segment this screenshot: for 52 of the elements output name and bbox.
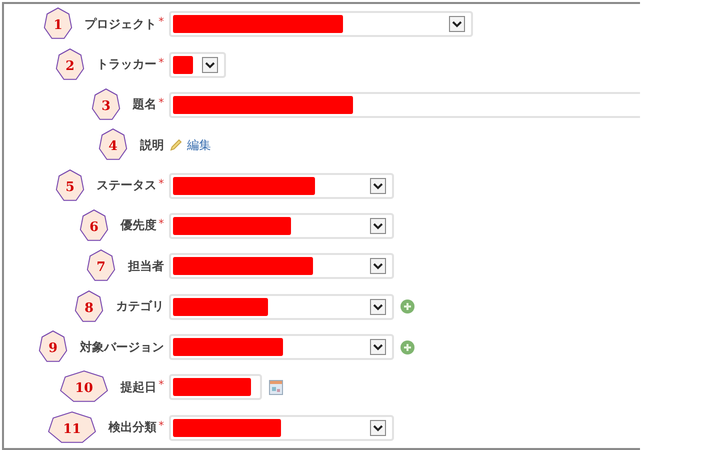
add-icon[interactable] <box>400 299 415 314</box>
field-label: 優先度 <box>120 217 156 234</box>
required-mark: * <box>158 56 164 69</box>
field-label: 対象バージョン <box>80 338 164 356</box>
caret-icon <box>370 339 386 356</box>
dropdown[interactable] <box>169 414 394 441</box>
required-mark: * <box>158 418 164 432</box>
number-badge: 1 <box>42 7 72 42</box>
number-badge: 8 <box>74 290 104 324</box>
caret-icon <box>202 56 218 73</box>
field-label: カテゴリ <box>116 298 164 316</box>
number-badge: 11 <box>46 410 96 445</box>
number-badge: 6 <box>78 208 108 243</box>
number-badge: 2 <box>54 48 84 82</box>
pencil-icon <box>169 138 183 152</box>
field-label: ステータス <box>96 177 156 194</box>
caret-icon <box>370 298 386 315</box>
number-badge: 7 <box>86 249 116 284</box>
number-badge: 10 <box>58 370 108 404</box>
dropdown[interactable] <box>169 212 394 239</box>
title-input[interactable] <box>169 92 640 118</box>
dropdown[interactable] <box>169 172 394 199</box>
field-label: 担当者 <box>128 258 164 275</box>
add-icon[interactable] <box>400 340 415 355</box>
required-mark: * <box>158 15 164 28</box>
caret-icon <box>370 258 386 274</box>
dropdown[interactable] <box>169 253 394 280</box>
caret-icon <box>370 218 386 234</box>
number-badge: 4 <box>98 128 128 162</box>
field-label: 題名 <box>132 96 156 114</box>
dropdown[interactable] <box>169 334 394 360</box>
required-mark: * <box>158 176 164 190</box>
required-mark: * <box>158 96 164 109</box>
calendar-icon[interactable] <box>269 380 283 395</box>
field-label: 検出分類 <box>108 419 156 436</box>
edit-link[interactable]: 編集 <box>187 136 211 154</box>
caret-icon <box>370 178 386 194</box>
field-label: トラッカー <box>96 56 156 74</box>
number-badge: 3 <box>90 88 120 122</box>
number-badge: 5 <box>54 168 84 203</box>
field-label: プロジェクト <box>84 16 156 33</box>
dropdown[interactable] <box>169 52 226 78</box>
dropdown[interactable] <box>169 294 394 320</box>
number-badge: 9 <box>38 330 68 364</box>
field-label: 提起日 <box>120 378 156 396</box>
dropdown[interactable] <box>169 11 473 38</box>
date-input[interactable] <box>169 374 262 400</box>
required-mark: * <box>158 216 164 230</box>
caret-icon <box>370 420 386 436</box>
required-mark: * <box>158 378 164 392</box>
field-label: 説明 <box>140 136 164 154</box>
caret-icon <box>449 16 465 32</box>
